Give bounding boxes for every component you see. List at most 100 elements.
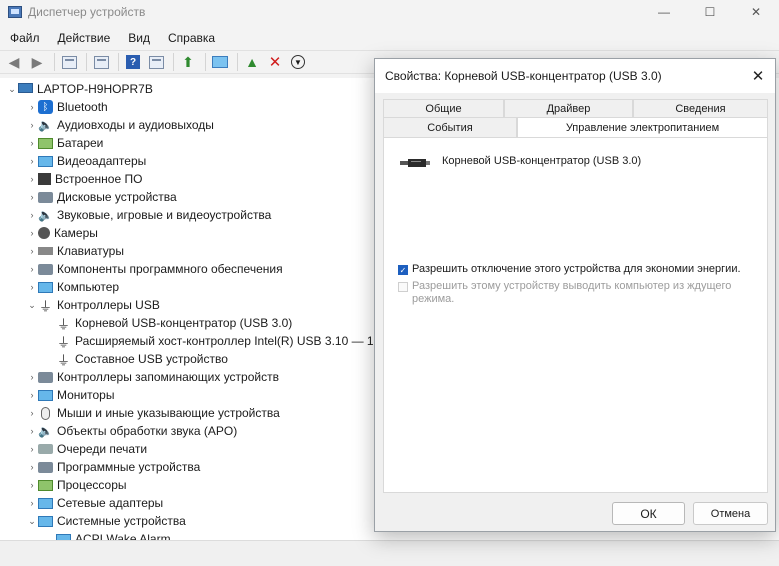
chevron-right-icon[interactable]: › xyxy=(26,282,38,292)
tree-item-label: Контроллеры USB xyxy=(57,298,160,312)
chevron-right-icon[interactable]: › xyxy=(26,210,38,220)
menu-help[interactable]: Справка xyxy=(159,31,224,45)
tab-events[interactable]: События xyxy=(383,117,517,138)
window-controls: — ☐ ✕ xyxy=(641,0,779,24)
software-device-icon xyxy=(38,461,53,473)
allow-wake-option: Разрешить этому устройству выводить комп… xyxy=(398,280,738,306)
maximize-button[interactable]: ☐ xyxy=(687,0,733,24)
ok-button[interactable]: ОК xyxy=(612,502,685,525)
title-bar: Диспетчер устройств — ☐ ✕ xyxy=(0,0,779,24)
dialog-close-button[interactable]: ✕ xyxy=(747,65,769,87)
status-bar xyxy=(0,540,779,566)
menu-file[interactable]: Файл xyxy=(0,31,49,45)
tab-power-management[interactable]: Управление электропитанием xyxy=(517,117,768,138)
allow-turn-off-checkbox[interactable]: ✓ xyxy=(398,265,408,275)
help-button[interactable]: ? xyxy=(123,53,143,71)
tree-category[interactable]: › Очереди печати xyxy=(26,440,148,458)
tab-general[interactable]: Общие xyxy=(383,99,504,118)
chevron-right-icon[interactable]: › xyxy=(26,192,38,202)
toolbar-separator xyxy=(173,53,174,71)
properties-button[interactable] xyxy=(91,53,111,71)
tree-child-item[interactable]: ACPI Wake Alarm xyxy=(56,530,171,540)
tree-category[interactable]: › 🔈 Аудиовходы и аудиовыходы xyxy=(26,116,214,134)
tree-category[interactable]: › Программные устройства xyxy=(26,458,201,476)
tab-driver[interactable]: Драйвер xyxy=(504,99,633,118)
chevron-right-icon[interactable]: › xyxy=(26,120,38,130)
chevron-right-icon[interactable]: › xyxy=(26,264,38,274)
chevron-right-icon[interactable]: › xyxy=(26,102,38,112)
scan-hardware-button[interactable] xyxy=(210,53,230,71)
tree-item-label: Мыши и иные указывающие устройства xyxy=(57,406,280,420)
usb-device-icon: ⏚ xyxy=(56,334,70,350)
tab-details[interactable]: Сведения xyxy=(633,99,768,118)
tree-category[interactable]: › Мониторы xyxy=(26,386,115,404)
enable-device-icon: ▲ xyxy=(245,54,259,70)
tree-category[interactable]: › Дисковые устройства xyxy=(26,188,177,206)
tree-category[interactable]: › Компоненты программного обеспечения xyxy=(26,260,283,278)
tree-category[interactable]: › Встроенное ПО xyxy=(26,170,143,188)
tree-category[interactable]: › Компьютер xyxy=(26,278,120,296)
toolbar-separator xyxy=(118,53,119,71)
chevron-right-icon[interactable]: › xyxy=(26,390,38,400)
chevron-down-icon[interactable]: ⌄ xyxy=(6,84,18,95)
tree-category[interactable]: › Контроллеры запоминающих устройств xyxy=(26,368,279,386)
tree-category[interactable]: › Батареи xyxy=(26,134,104,152)
menu-action[interactable]: Действие xyxy=(49,31,120,45)
allow-wake-label: Разрешить этому устройству выводить комп… xyxy=(412,280,732,305)
uninstall-device-button[interactable]: ✕ xyxy=(265,53,285,71)
tree-category[interactable]: › Клавиатуры xyxy=(26,242,124,260)
chevron-right-icon[interactable]: › xyxy=(26,462,38,472)
chevron-right-icon[interactable]: › xyxy=(26,138,38,148)
disable-device-button[interactable]: ▼ xyxy=(288,53,308,71)
minimize-button[interactable]: — xyxy=(641,0,687,24)
tree-category[interactable]: ⌄ Системные устройства xyxy=(26,512,186,530)
enable-device-button[interactable]: ▲ xyxy=(242,53,262,71)
chevron-right-icon[interactable]: › xyxy=(26,408,38,418)
chevron-right-icon[interactable]: › xyxy=(26,498,38,508)
help-icon: ? xyxy=(126,55,140,69)
tree-item-label: Программные устройства xyxy=(57,460,201,474)
tree-category[interactable]: › Процессоры xyxy=(26,476,127,494)
tree-root[interactable]: ⌄ LAPTOP-H9HOPR7B xyxy=(6,80,153,98)
chevron-right-icon[interactable]: › xyxy=(26,174,38,184)
tree-child-item[interactable]: ⏚ Составное USB устройство xyxy=(56,350,228,368)
tree-item-label: Звуковые, игровые и видеоустройства xyxy=(57,208,272,222)
chevron-right-icon[interactable]: › xyxy=(26,372,38,382)
tree-category[interactable]: ⌄ ⏚ Контроллеры USB xyxy=(26,296,160,314)
usb-plug-icon xyxy=(400,159,430,167)
chevron-right-icon[interactable]: › xyxy=(26,480,38,490)
tree-item-label: Мониторы xyxy=(57,388,115,402)
update-driver-button[interactable]: ⬆ xyxy=(178,53,198,71)
allow-turn-off-option[interactable]: ✓ Разрешить отключение этого устройства … xyxy=(398,263,741,275)
chevron-right-icon[interactable]: › xyxy=(26,228,38,238)
menu-view[interactable]: Вид xyxy=(119,31,159,45)
storage-controller-icon xyxy=(38,371,53,383)
tree-category[interactable]: › Мыши и иные указывающие устройства xyxy=(26,404,280,422)
chevron-right-icon[interactable]: › xyxy=(26,246,38,256)
chevron-down-icon[interactable]: ⌄ xyxy=(26,516,38,527)
tree-category[interactable]: › Видеоадаптеры xyxy=(26,152,147,170)
chevron-right-icon[interactable]: › xyxy=(26,156,38,166)
back-button[interactable]: ◀ xyxy=(4,53,24,71)
chevron-down-icon[interactable]: ⌄ xyxy=(26,300,38,311)
keyboard-icon xyxy=(38,247,53,255)
tree-category[interactable]: › ᛒ Bluetooth xyxy=(26,98,108,116)
forward-button[interactable]: ▶ xyxy=(27,53,47,71)
tree-child-item[interactable]: ⏚ Корневой USB-концентратор (USB 3.0) xyxy=(56,314,292,332)
firmware-icon xyxy=(38,173,51,185)
show-hide-console-tree-button[interactable] xyxy=(59,53,79,71)
cancel-button[interactable]: Отмена xyxy=(693,502,768,525)
dialog-title: Свойства: Корневой USB-концентратор (USB… xyxy=(385,69,662,83)
close-button[interactable]: ✕ xyxy=(733,0,779,24)
tree-category[interactable]: › Сетевые адаптеры xyxy=(26,494,164,512)
chevron-right-icon[interactable]: › xyxy=(26,444,38,454)
processor-icon xyxy=(38,479,53,491)
tree-category[interactable]: › 🔈 Звуковые, игровые и видеоустройства xyxy=(26,206,272,224)
network-adapter-icon xyxy=(38,497,53,509)
tree-child-item[interactable]: ⏚ Расширяемый хост-контроллер Intel(R) US… xyxy=(56,332,390,350)
tree-category[interactable]: › Камеры xyxy=(26,224,98,242)
tree-category[interactable]: › 🔈 Объекты обработки звука (APO) xyxy=(26,422,238,440)
menu-bar: Файл Действие Вид Справка xyxy=(0,28,779,48)
action-pane-button[interactable] xyxy=(146,53,166,71)
chevron-right-icon[interactable]: › xyxy=(26,426,38,436)
